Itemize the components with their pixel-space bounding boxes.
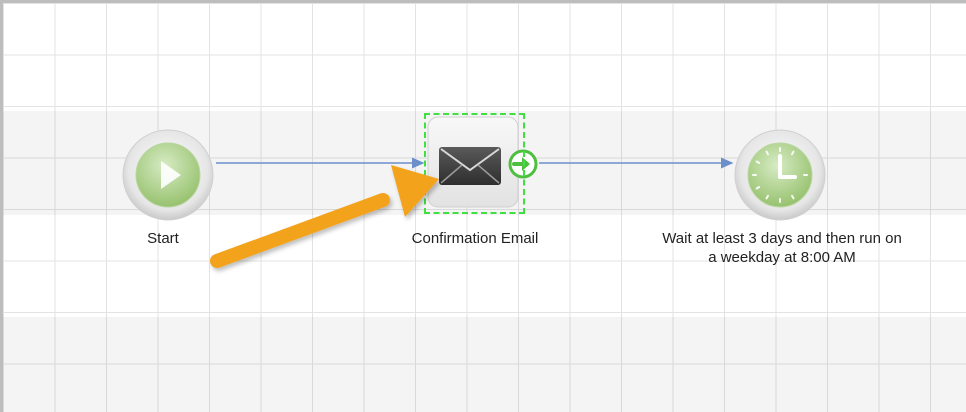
- callout-arrow-icon: [210, 165, 439, 268]
- workflow-canvas[interactable]: Start Confirmation Email Wait at least 3…: [3, 3, 966, 412]
- workflow-designer-frame: Start Confirmation Email Wait at least 3…: [0, 0, 966, 412]
